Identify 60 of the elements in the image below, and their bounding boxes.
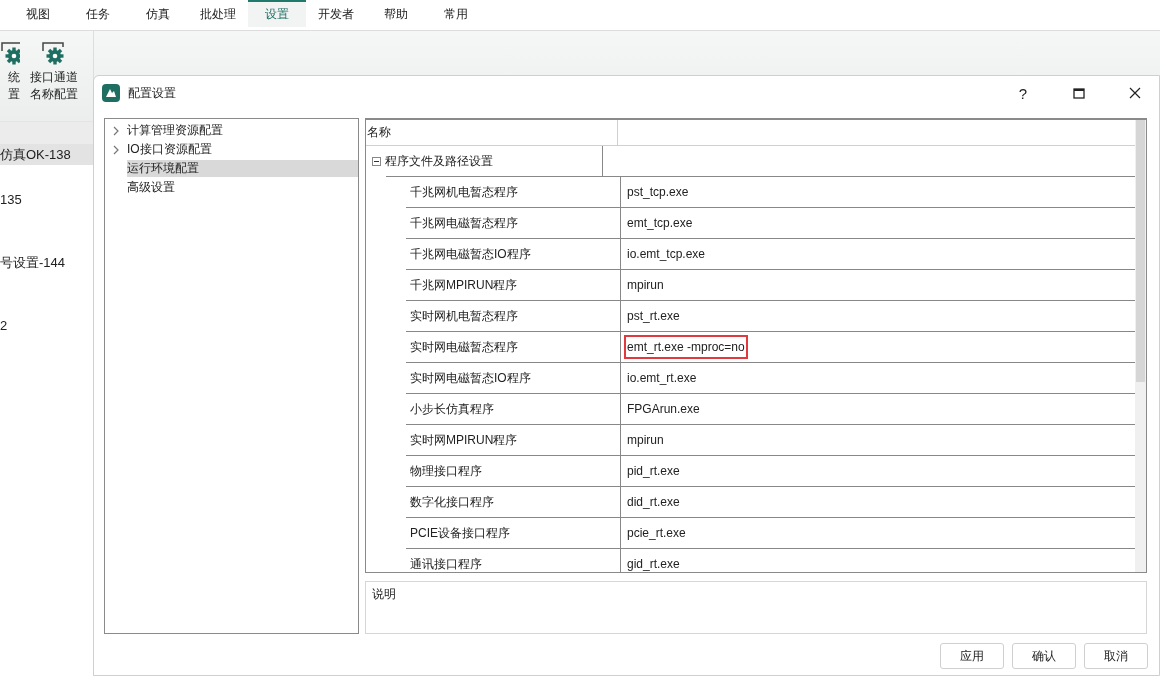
property-name: 数字化接口程序 [406, 487, 621, 517]
property-name: 实时网MPIRUN程序 [406, 425, 621, 455]
property-value[interactable]: emt_tcp.exe [624, 211, 696, 235]
property-name: 千兆网电磁暂态程序 [406, 208, 621, 238]
menu-tab[interactable]: 任务 [68, 0, 128, 29]
list-item[interactable]: 2 [0, 315, 93, 336]
property-value[interactable]: io.emt_tcp.exe [624, 242, 709, 266]
property-name: 千兆网MPIRUN程序 [406, 270, 621, 300]
menu-tab[interactable]: 仿真 [128, 0, 188, 29]
menu-tab[interactable]: 帮助 [366, 0, 426, 29]
property-name: 物理接口程序 [406, 456, 621, 486]
property-value[interactable]: pid_rt.exe [624, 459, 683, 483]
property-name: PCIE设备接口程序 [406, 518, 621, 548]
property-value[interactable]: pst_tcp.exe [624, 180, 692, 204]
description-label: 说明 [372, 587, 396, 601]
property-name: 千兆网电磁暂态IO程序 [406, 239, 621, 269]
scrollbar[interactable] [1135, 120, 1146, 572]
property-value[interactable]: pst_rt.exe [624, 304, 683, 328]
property-name: 千兆网机电暂态程序 [406, 177, 621, 207]
app-logo-icon [102, 84, 120, 102]
property-name: 实时网电磁暂态程序 [406, 332, 621, 362]
property-value[interactable]: did_rt.exe [624, 490, 683, 514]
dialog-button[interactable]: 应用 [940, 643, 1004, 669]
tree-item[interactable]: 高级设置 [105, 178, 358, 197]
tree-item[interactable]: 计算管理资源配置 [105, 121, 358, 140]
dialog-button[interactable]: 取消 [1084, 643, 1148, 669]
column-header: 名称 [366, 120, 618, 145]
property-value[interactable]: io.emt_rt.exe [624, 366, 700, 390]
menu-tab[interactable]: 开发者 [306, 0, 366, 29]
list-item[interactable]: 135 [0, 189, 93, 210]
list-item[interactable]: 仿真OK-138 [0, 144, 93, 165]
ribbon-button[interactable]: 统 置 [0, 41, 20, 121]
property-name: 小步长仿真程序 [406, 394, 621, 424]
chevron-right-icon[interactable] [113, 125, 119, 136]
property-value[interactable]: mpirun [624, 428, 667, 452]
property-name: 通讯接口程序 [406, 549, 621, 572]
chevron-right-icon[interactable] [113, 144, 119, 155]
menu-tab[interactable]: 批处理 [188, 0, 248, 29]
property-value[interactable]: mpirun [624, 273, 667, 297]
maximize-icon[interactable] [1073, 87, 1085, 99]
dialog-button[interactable]: 确认 [1012, 643, 1076, 669]
dialog-title: 配置设置 [128, 84, 177, 102]
close-icon[interactable] [1129, 87, 1141, 99]
menu-tab[interactable]: 常用 [426, 0, 486, 29]
list-item[interactable]: 号设置-144 [0, 252, 93, 273]
property-value[interactable]: pcie_rt.exe [624, 521, 689, 545]
help-button[interactable]: ? [999, 76, 1047, 110]
collapse-icon[interactable] [372, 156, 381, 166]
menu-tab[interactable]: 设置 [248, 0, 306, 27]
highlighted-property-value[interactable]: emt_rt.exe -mproc=no [624, 335, 748, 359]
window-gear-icon [41, 41, 67, 65]
property-name: 实时网机电暂态程序 [406, 301, 621, 331]
window-gear-icon [0, 41, 20, 65]
ribbon-button[interactable]: 接口通道 名称配置 [30, 41, 78, 121]
category-label: 程序文件及路径设置 [385, 152, 493, 170]
property-name: 实时网电磁暂态IO程序 [406, 363, 621, 393]
tree-item[interactable]: IO接口资源配置 [105, 140, 358, 159]
menu-tab[interactable]: 视图 [8, 0, 68, 29]
property-value[interactable]: gid_rt.exe [624, 552, 683, 572]
property-value[interactable]: FPGArun.exe [624, 397, 703, 421]
